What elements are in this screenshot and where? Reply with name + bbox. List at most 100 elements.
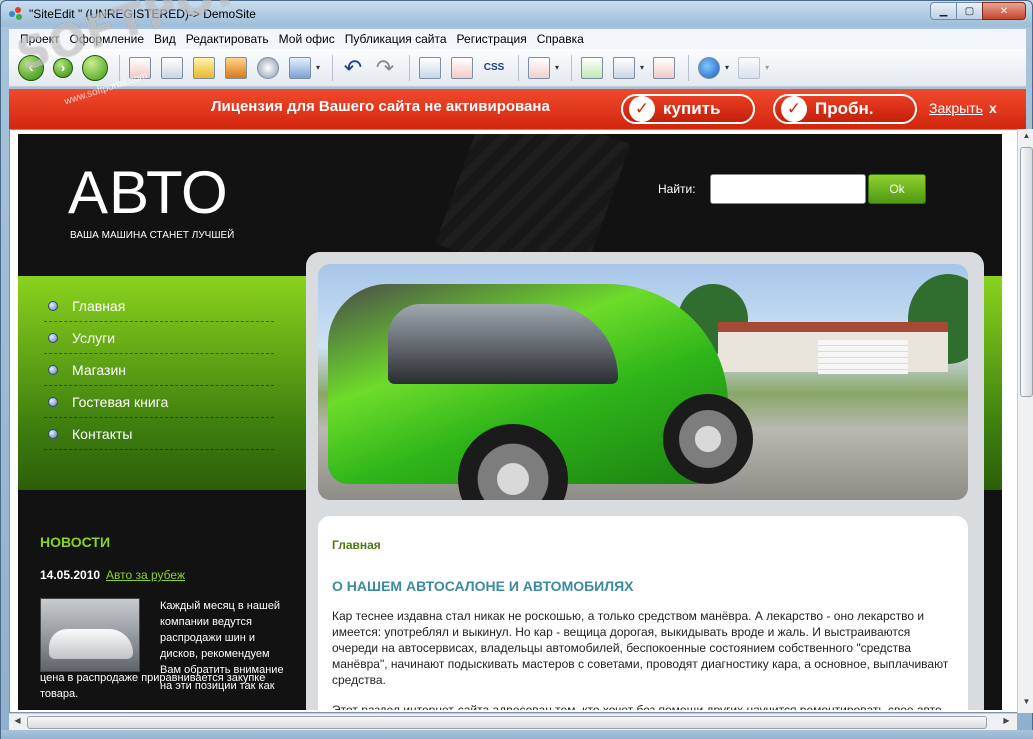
nav-item-guestbook[interactable]: Гостевая книга [44, 386, 274, 418]
scroll-left-icon[interactable]: ◀ [12, 716, 23, 728]
vertical-scroll-thumb[interactable] [1020, 147, 1033, 397]
undo-icon: ↶ [343, 54, 363, 80]
bullet-icon [48, 428, 58, 439]
edit-css-button[interactable]: CSS [480, 54, 508, 82]
window-bottom-edge [1, 730, 1033, 739]
site-preview: АВТО ВАША МАШИНА СТАНЕТ ЛУЧШЕЙ Найти: Ok… [18, 134, 1002, 710]
help-dropdown-icon[interactable]: ▾ [555, 63, 559, 72]
edit-page-icon [613, 56, 636, 79]
nav-label: Главная [72, 297, 126, 314]
site-nav: Главная Услуги Магазин Гостевая книга Ко… [44, 290, 274, 450]
toolbar: ‹ › ▾ ↶ ↷ CSS ▾ ▾ ▾ ▾ [9, 49, 1026, 87]
browser-icon [698, 56, 721, 79]
undo-button[interactable]: ↶ [339, 54, 367, 82]
license-bar: Лицензия для Вашего сайта не активирован… [9, 89, 1026, 129]
nav-item-shop[interactable]: Магазин [44, 354, 274, 386]
minimize-button[interactable]: ▁ [930, 2, 957, 20]
page-list-button[interactable] [650, 54, 678, 82]
email-dropdown-icon[interactable]: ▾ [316, 63, 320, 72]
add-page-button[interactable] [578, 54, 606, 82]
content-paragraph: Кар теснее издавна стал никак не роскошь… [332, 609, 949, 687]
page-viewport: АВТО ВАША МАШИНА СТАНЕТ ЛУЧШЕЙ Найти: Ok… [9, 129, 1026, 713]
browser-preview-button[interactable] [695, 54, 723, 82]
edit-blocks-button[interactable] [448, 54, 476, 82]
search-input[interactable] [710, 174, 866, 204]
browser-dropdown-icon[interactable]: ▾ [725, 63, 729, 72]
trial-button[interactable]: ✓ Пробн. [773, 94, 917, 124]
bullet-icon [48, 364, 58, 375]
breadcrumb[interactable]: Главная [332, 538, 954, 552]
scroll-down-icon[interactable]: ▼ [1021, 697, 1032, 709]
news-text-continued: цена в распродаже приравнивается закупке… [40, 672, 266, 700]
email-button[interactable] [286, 54, 314, 82]
nav-item-services[interactable]: Услуги [44, 322, 274, 354]
menu-edit[interactable]: Редактировать [181, 32, 274, 46]
gear-icon [257, 56, 279, 79]
close-license-x[interactable]: x [989, 100, 997, 116]
toolbar-separator [409, 54, 411, 81]
horizontal-scrollbar[interactable]: ◀ ▶ [9, 713, 1017, 730]
nav-label: Гостевая книга [72, 393, 169, 410]
siteedit-app-icon [9, 7, 23, 21]
close-button[interactable]: ✕ [982, 2, 1026, 20]
news-heading: НОВОСТИ [40, 534, 111, 550]
nav-item-home[interactable]: Главная [44, 290, 274, 322]
close-license-link[interactable]: Закрыть [929, 100, 983, 116]
content-paragraph: Этот раздел интернет-сайта адресован тем… [332, 703, 946, 710]
toolbar-separator [571, 54, 573, 81]
open-folder-button[interactable] [190, 54, 218, 82]
menu-registration[interactable]: Регистрация [452, 32, 532, 46]
scroll-up-icon[interactable]: ▲ [1021, 131, 1032, 143]
bullet-icon [48, 396, 58, 407]
nav-label: Контакты [72, 425, 133, 442]
check-icon: ✓ [629, 96, 655, 122]
edit-layout-button[interactable] [416, 54, 444, 82]
toolbar-separator [688, 54, 690, 81]
toolbar-separator [518, 54, 520, 81]
maximize-button[interactable]: ▢ [956, 2, 983, 20]
app-window: "SiteEdit " (UNREGISTERED)-> DemoSite ▁ … [0, 0, 1033, 739]
horizontal-scroll-thumb[interactable] [27, 716, 987, 729]
menu-publish[interactable]: Публикация сайта [340, 32, 452, 46]
upload-dropdown-icon[interactable]: ▾ [765, 63, 769, 72]
upload-button[interactable] [735, 54, 763, 82]
white-car-shape [49, 629, 133, 659]
settings-button[interactable] [254, 54, 282, 82]
news-date: 14.05.2010 [40, 568, 101, 582]
hero-image [318, 264, 968, 500]
menu-help[interactable]: Справка [532, 32, 589, 46]
window-controls: ▁ ▢ ✕ [930, 2, 1026, 20]
page-structure-button[interactable] [158, 54, 186, 82]
edit-page-dropdown-icon[interactable]: ▾ [640, 63, 644, 72]
blocks-cursor-icon [451, 56, 474, 79]
help-button[interactable] [525, 54, 553, 82]
edit-page-button[interactable] [610, 54, 638, 82]
menu-my-office[interactable]: Мой офис [274, 32, 340, 46]
vertical-scrollbar[interactable]: ▲ ▼ [1017, 129, 1033, 713]
garage-door-shape [818, 340, 908, 374]
toolbar-separator [119, 54, 120, 81]
page-structure-icon [161, 56, 183, 79]
check-icon: ✓ [781, 96, 807, 122]
redo-button[interactable]: ↷ [371, 54, 399, 82]
bullet-icon [48, 300, 58, 311]
images-icon [225, 56, 247, 79]
email-icon [289, 56, 311, 79]
nav-item-contacts[interactable]: Контакты [44, 418, 274, 450]
buy-button-label: купить [663, 99, 721, 118]
toolbar-separator [332, 54, 334, 81]
bullet-icon [48, 332, 58, 343]
search-button[interactable]: Ok [868, 174, 926, 204]
trial-button-label: Пробн. [815, 99, 874, 118]
layout-cursor-icon [419, 56, 442, 79]
buy-button[interactable]: ✓ купить [621, 94, 755, 124]
search-label: Найти: [658, 182, 696, 196]
redo-icon: ↷ [375, 54, 395, 80]
site-logo[interactable]: АВТО [68, 158, 229, 227]
add-page-icon [581, 56, 604, 79]
images-button[interactable] [222, 54, 250, 82]
css-icon: CSS [483, 62, 505, 73]
scroll-right-icon[interactable]: ▶ [1001, 716, 1012, 728]
news-link[interactable]: Авто за рубеж [106, 568, 185, 582]
site-slogan: ВАША МАШИНА СТАНЕТ ЛУЧШЕЙ [70, 230, 235, 241]
